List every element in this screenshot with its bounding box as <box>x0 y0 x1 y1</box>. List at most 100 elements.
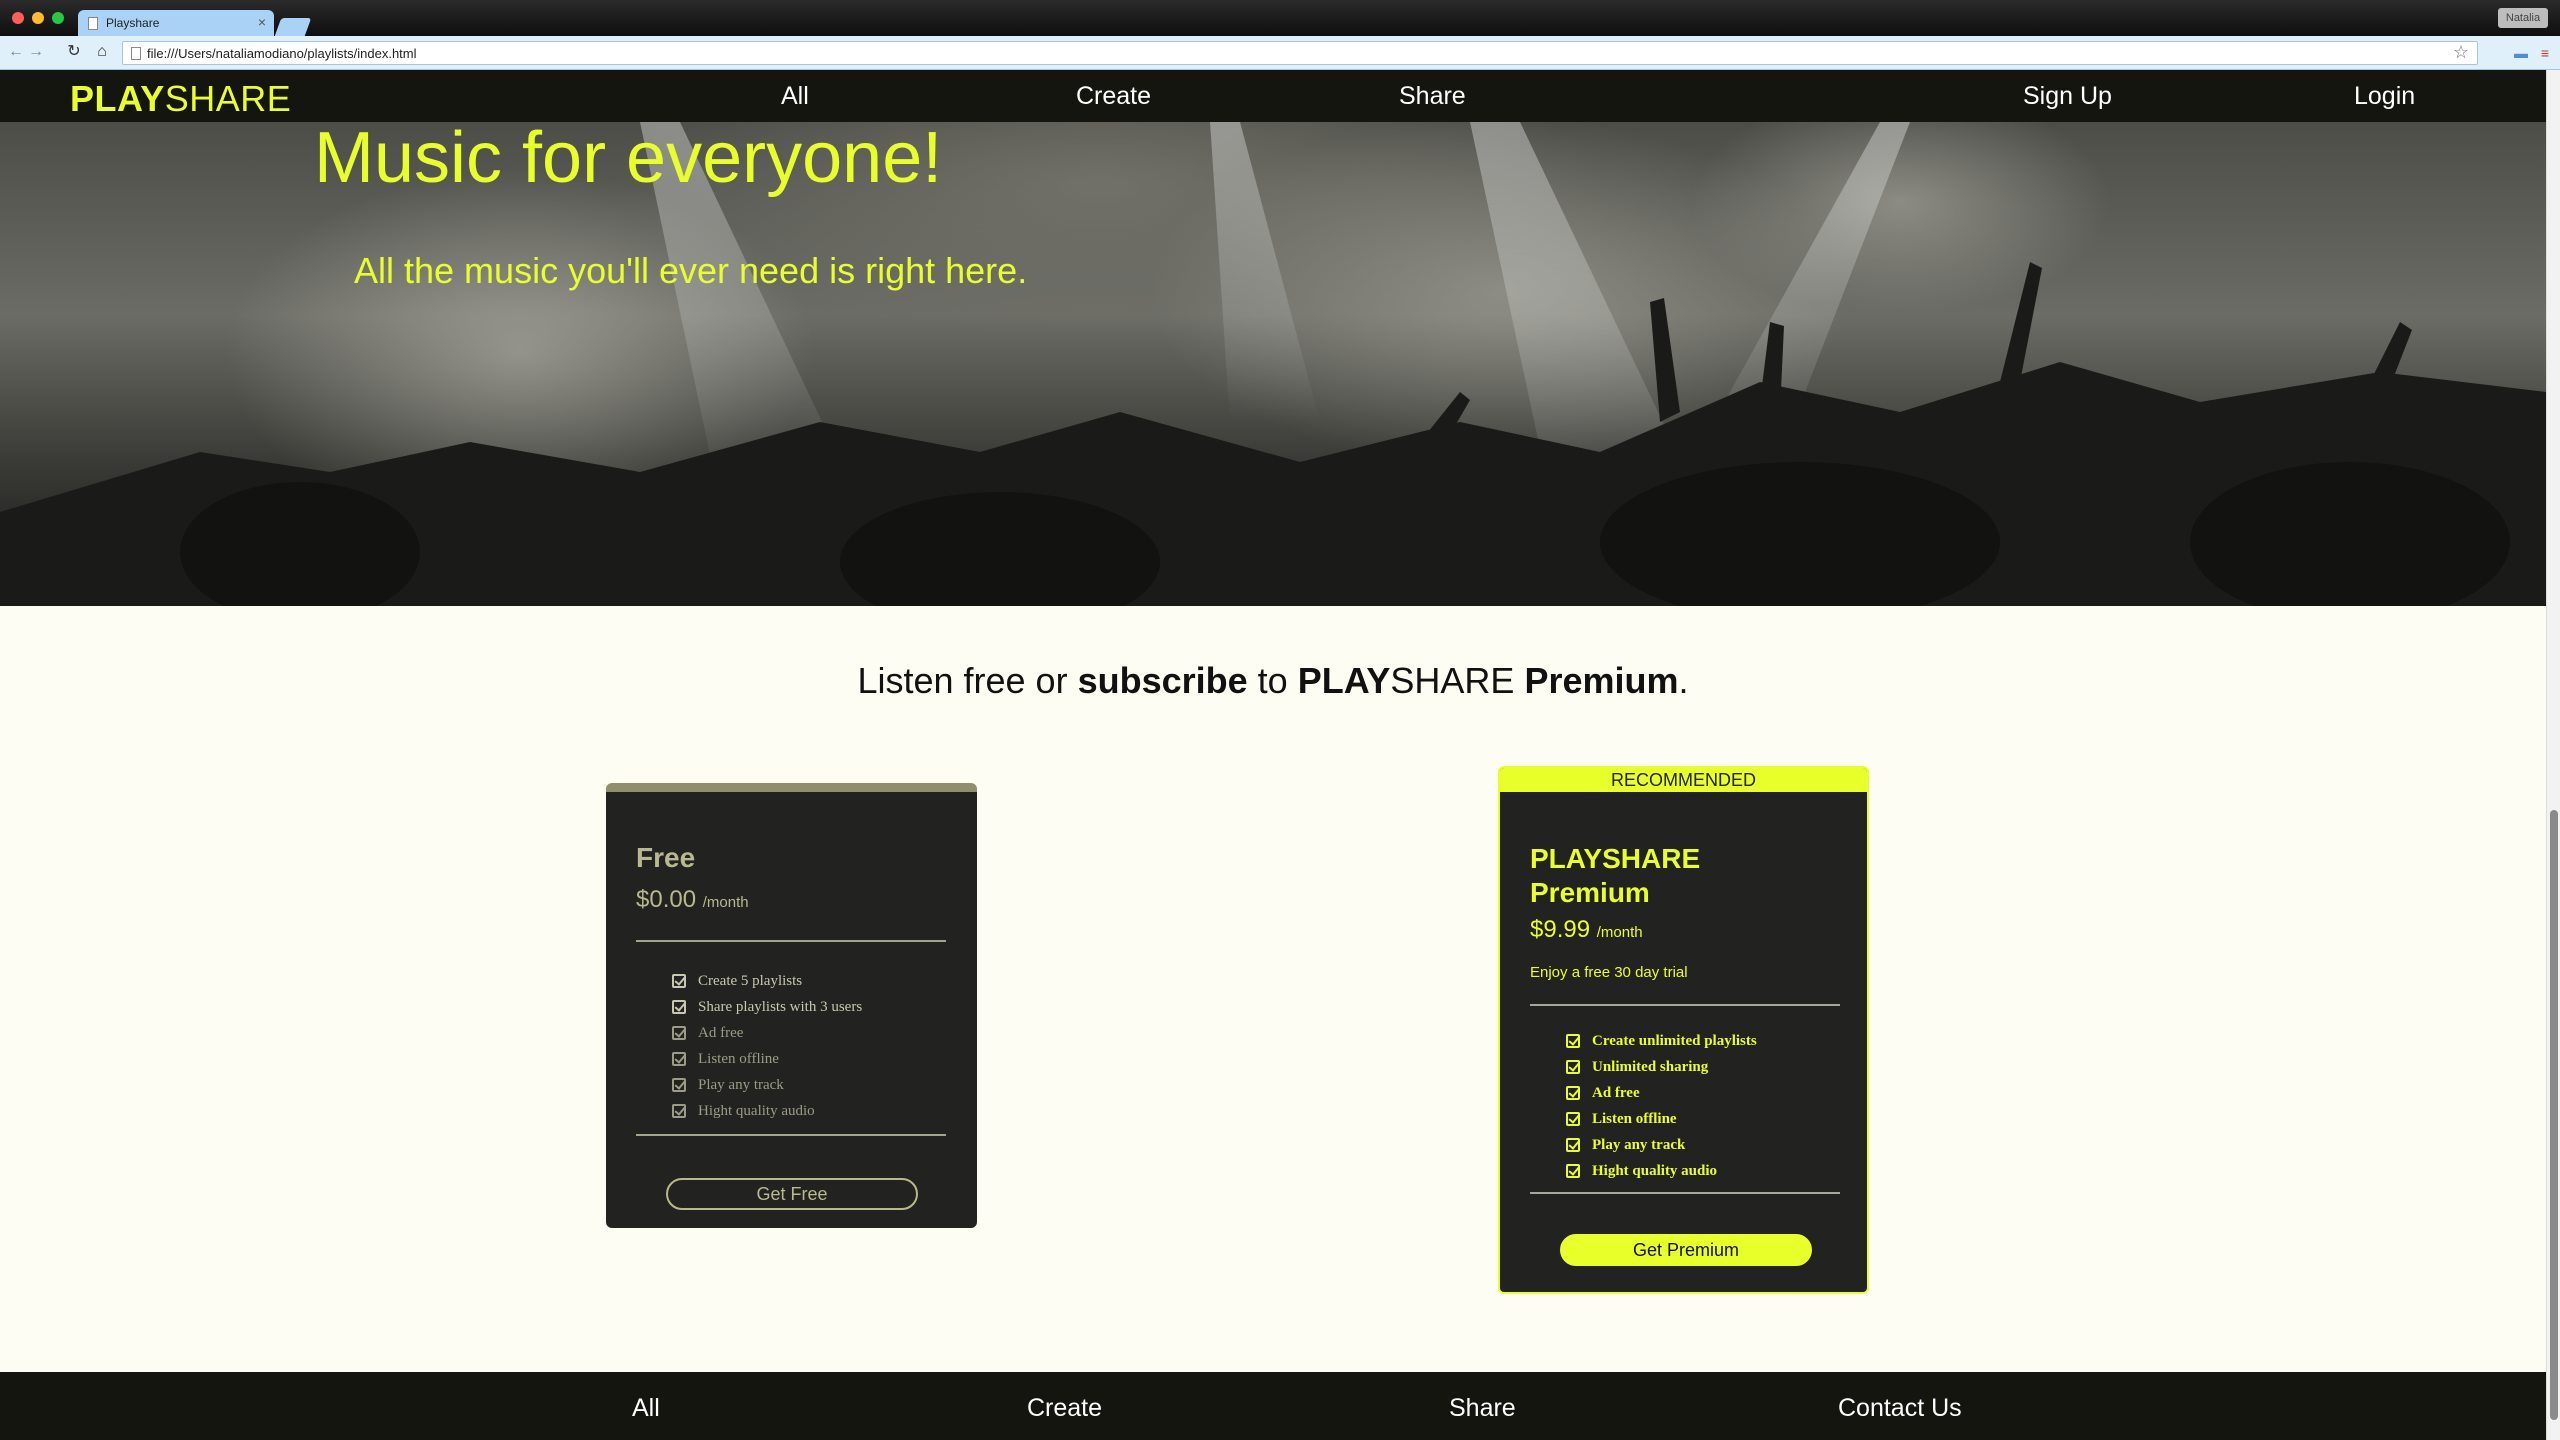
heading-part: Premium <box>1524 660 1679 701</box>
back-arrow-icon[interactable]: ← <box>6 42 26 62</box>
checkbox-check-icon <box>672 1052 686 1066</box>
plan-price: $9.99 /month <box>1530 916 1643 944</box>
feature-item: Hight quality audio <box>672 1098 862 1124</box>
heading-part: PLAY <box>1297 660 1391 701</box>
extension-icon[interactable]: ▬ <box>2512 44 2530 62</box>
price-amount: $9.99 <box>1530 916 1591 943</box>
checkbox-check-icon <box>672 1078 686 1092</box>
checkbox-check-icon <box>1566 1034 1580 1048</box>
nav-share[interactable]: Share <box>1399 82 1466 111</box>
feature-label: Listen offline <box>698 1051 779 1067</box>
feature-label: Play any track <box>1592 1137 1686 1153</box>
feature-item: Listen offline <box>672 1046 862 1072</box>
bookmark-star-icon[interactable]: ☆ <box>2453 42 2469 63</box>
close-window-icon[interactable] <box>12 12 24 24</box>
plan-card-premium: RECOMMENDED PLAYSHARE Premium $9.99 /mont… <box>1498 766 1869 1294</box>
feature-item: Share playlists with 3 users <box>672 994 862 1020</box>
price-amount: $0.00 <box>636 886 697 913</box>
divider <box>1530 1004 1840 1006</box>
feature-label: Play any track <box>698 1077 784 1093</box>
hero-banner: Music for everyone! All the music you'll… <box>0 122 2546 606</box>
get-premium-button[interactable]: Get Premium <box>1560 1234 1812 1266</box>
feature-label: Create 5 playlists <box>698 973 803 989</box>
feature-item: Ad free <box>672 1020 862 1046</box>
feature-label: Hight quality audio <box>1592 1163 1718 1179</box>
checkbox-check-icon <box>672 1026 686 1040</box>
feature-list: Create unlimited playlists Unlimited sha… <box>1566 1028 1757 1184</box>
feature-item: Create unlimited playlists <box>1566 1028 1757 1054</box>
checkbox-check-icon <box>1566 1112 1580 1126</box>
minimize-window-icon[interactable] <box>32 12 44 24</box>
scrollbar-thumb[interactable] <box>2550 810 2558 1420</box>
feature-label: Share playlists with 3 users <box>698 999 863 1015</box>
heading-part: to <box>1247 660 1298 701</box>
site-navbar: PLAYSHARE All Create Share Sign Up Login <box>0 70 2546 122</box>
checkbox-check-icon <box>672 1104 686 1118</box>
checkbox-check-icon <box>672 1000 686 1014</box>
price-period: /month <box>1596 924 1643 941</box>
menu-icon[interactable]: ≡ <box>2536 44 2554 62</box>
pricing-heading: Listen free or subscribe to PLAYSHARE Pr… <box>0 660 2546 702</box>
plan-name-line: PLAYSHARE <box>1530 843 1701 874</box>
price-period: /month <box>702 894 749 911</box>
feature-item: Unlimited sharing <box>1566 1054 1757 1080</box>
logo-light: SHARE <box>164 78 292 119</box>
footer-link-contact[interactable]: Contact Us <box>1838 1394 1962 1423</box>
close-tab-icon[interactable]: × <box>258 14 266 30</box>
trial-note: Enjoy a free 30 day trial <box>1530 964 1688 981</box>
address-url: file:///Users/nataliamodiano/playlists/i… <box>147 46 417 61</box>
footer-link-share[interactable]: Share <box>1449 1394 1516 1423</box>
page-viewport: PLAYSHARE All Create Share Sign Up Login <box>0 70 2560 1440</box>
footer-link-create[interactable]: Create <box>1027 1394 1102 1423</box>
feature-label: Listen offline <box>1592 1111 1677 1127</box>
site-logo[interactable]: PLAYSHARE <box>70 78 291 120</box>
nav-signup[interactable]: Sign Up <box>2023 82 2112 111</box>
page-scrollbar[interactable] <box>2546 70 2560 1440</box>
feature-label: Ad free <box>698 1025 744 1041</box>
browser-tab[interactable]: Playshare × <box>78 10 274 36</box>
recommended-badge: RECOMMENDED <box>1500 768 1867 792</box>
reload-icon[interactable]: ↻ <box>64 42 84 62</box>
checkbox-check-icon <box>672 974 686 988</box>
feature-item: Play any track <box>672 1072 862 1098</box>
feature-label: Unlimited sharing <box>1592 1059 1709 1075</box>
page-icon <box>131 47 141 60</box>
heading-part: subscribe <box>1077 660 1248 701</box>
checkbox-check-icon <box>1566 1164 1580 1178</box>
feature-item: Create 5 playlists <box>672 968 862 994</box>
profile-button[interactable]: Natalia <box>2498 8 2548 28</box>
feature-item: Hight quality audio <box>1566 1158 1757 1184</box>
feature-label: Hight quality audio <box>698 1103 815 1119</box>
heading-part: Listen free or <box>857 660 1078 701</box>
tab-title: Playshare <box>106 16 160 30</box>
new-tab-button[interactable] <box>274 18 312 36</box>
nav-all[interactable]: All <box>781 82 809 111</box>
feature-list: Create 5 playlists Share playlists with … <box>672 968 862 1124</box>
divider <box>636 940 946 942</box>
browser-toolbar: ← → ↻ ⌂ file:///Users/nataliamodiano/pla… <box>0 36 2560 70</box>
divider <box>636 1134 946 1136</box>
plan-name-line: Premium <box>1530 877 1650 908</box>
maximize-window-icon[interactable] <box>52 12 64 24</box>
feature-item: Play any track <box>1566 1132 1757 1158</box>
heading-part: . <box>1678 660 1689 701</box>
footer-link-all[interactable]: All <box>632 1394 660 1423</box>
nav-create[interactable]: Create <box>1076 82 1151 111</box>
address-bar[interactable]: file:///Users/nataliamodiano/playlists/i… <box>122 41 2478 65</box>
plan-card-free: Free $0.00 /month Create 5 playlists Sha… <box>606 783 977 1228</box>
feature-item: Ad free <box>1566 1080 1757 1106</box>
site-footer: All Create Share Contact Us <box>0 1372 2546 1440</box>
home-icon[interactable]: ⌂ <box>92 42 112 62</box>
logo-bold: PLAY <box>70 78 165 119</box>
browser-titlebar: Playshare × Natalia <box>0 0 2560 36</box>
forward-arrow-icon[interactable]: → <box>26 42 46 62</box>
get-free-button[interactable]: Get Free <box>666 1178 918 1210</box>
feature-label: Ad free <box>1592 1085 1640 1101</box>
checkbox-check-icon <box>1566 1138 1580 1152</box>
nav-login[interactable]: Login <box>2354 82 2415 111</box>
checkbox-check-icon <box>1566 1060 1580 1074</box>
plan-name: PLAYSHARE Premium <box>1530 842 1700 910</box>
browser-window: Playshare × Natalia ← → ↻ ⌂ file:///User… <box>0 0 2560 1440</box>
feature-item: Listen offline <box>1566 1106 1757 1132</box>
checkbox-check-icon <box>1566 1086 1580 1100</box>
